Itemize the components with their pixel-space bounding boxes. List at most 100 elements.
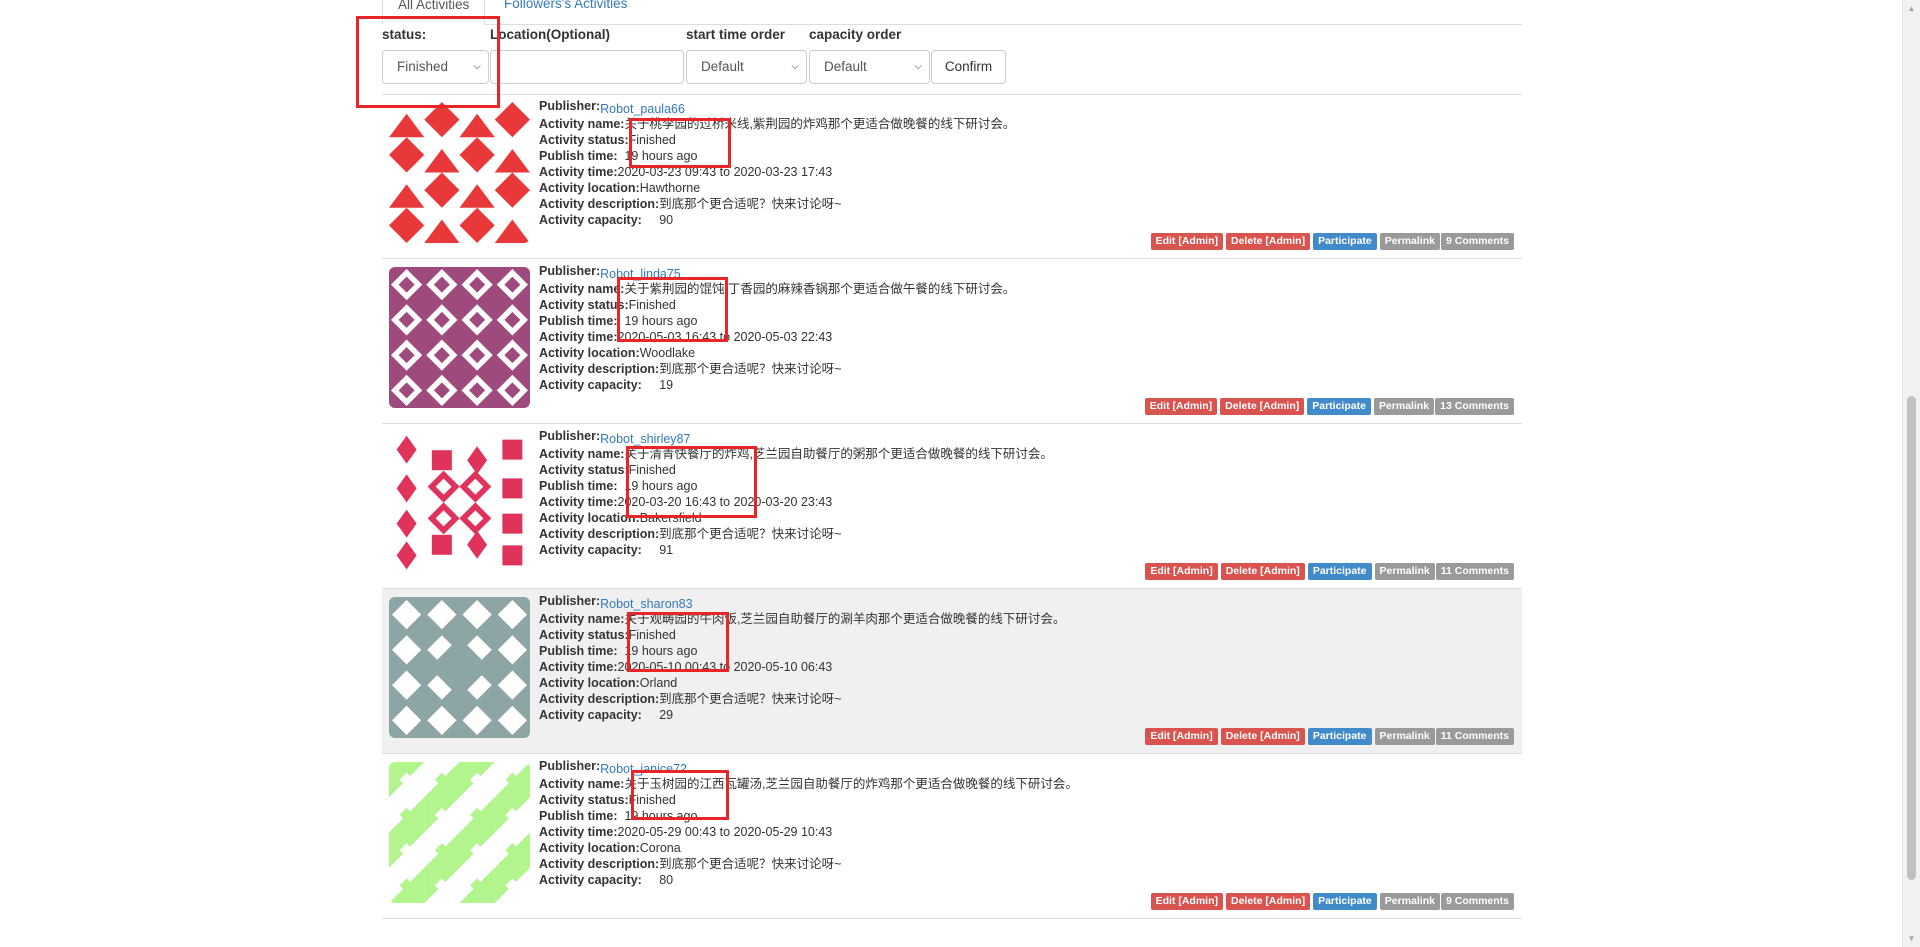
- scroll-down-arrow-icon[interactable]: ▼: [1903, 930, 1920, 947]
- comments-button[interactable]: 9 Comments: [1440, 893, 1514, 910]
- activity-name: 关于观畴园的牛肉饭,芝兰园自助餐厅的涮羊肉那个更适合做晚餐的线下研讨会。: [624, 612, 1066, 626]
- permalink-button[interactable]: Permalink: [1374, 728, 1435, 745]
- activity-name-label: Activity name:: [539, 612, 625, 626]
- activity-location-label: Activity location:: [539, 346, 640, 360]
- scrollbar-thumb[interactable]: [1907, 396, 1916, 880]
- publish-time: 19 hours ago: [624, 314, 698, 328]
- activity-actions: Edit [Admin] Delete [Admin] Participate …: [1148, 893, 1514, 910]
- publisher-link[interactable]: Robot_paula66: [600, 102, 685, 116]
- delete-admin-button[interactable]: Delete [Admin]: [1220, 728, 1305, 745]
- tab-followers-activities[interactable]: Followers's Activities: [489, 0, 642, 24]
- activity-tabs: All Activities Followers's Activities: [382, 0, 1522, 25]
- activity-time: 2020-03-20 16:43 to 2020-03-20 23:43: [617, 495, 833, 509]
- edit-admin-button[interactable]: Edit [Admin]: [1150, 233, 1223, 250]
- participate-button[interactable]: Participate: [1313, 893, 1377, 910]
- participate-button[interactable]: Participate: [1313, 233, 1377, 250]
- location-filter-label: Location(Optional): [490, 27, 610, 42]
- capacity-order-value: Default: [824, 59, 867, 74]
- activity-capacity: 29: [659, 708, 674, 722]
- permalink-button[interactable]: Permalink: [1379, 233, 1440, 250]
- comments-button[interactable]: 13 Comments: [1435, 398, 1514, 415]
- activity-time: 2020-05-03 16:43 to 2020-05-03 22:43: [617, 330, 833, 344]
- participate-button[interactable]: Participate: [1307, 398, 1371, 415]
- comments-button[interactable]: 9 Comments: [1440, 233, 1514, 250]
- start-time-order-value: Default: [701, 59, 744, 74]
- edit-admin-button[interactable]: Edit [Admin]: [1144, 398, 1218, 415]
- activity-location-label: Activity location:: [539, 676, 640, 690]
- identicon-image: [389, 597, 530, 738]
- activity-actions: Edit [Admin] Delete [Admin] Participate …: [1142, 563, 1514, 580]
- activity-location-label: Activity location:: [539, 841, 640, 855]
- activity-name-label: Activity name:: [539, 447, 625, 461]
- edit-admin-button[interactable]: Edit [Admin]: [1150, 893, 1223, 910]
- activity-status-label: Activity status:: [539, 298, 629, 312]
- publisher-link[interactable]: Robot_janice72: [600, 762, 687, 776]
- filter-bar: status: Location(Optional) start time or…: [382, 24, 1522, 95]
- permalink-button[interactable]: Permalink: [1374, 563, 1435, 580]
- publisher-label: Publisher:: [539, 264, 601, 278]
- publisher-label: Publisher:: [539, 429, 601, 443]
- participate-button[interactable]: Participate: [1307, 563, 1372, 580]
- identicon-image: [389, 102, 530, 243]
- activity-status-label: Activity status:: [539, 628, 629, 642]
- activity-description-label: Activity description:: [539, 857, 660, 871]
- edit-admin-button[interactable]: Edit [Admin]: [1145, 728, 1218, 745]
- identicon-image: [389, 432, 530, 573]
- edit-admin-button[interactable]: Edit [Admin]: [1145, 563, 1218, 580]
- status-filter-label: status:: [382, 27, 427, 42]
- delete-admin-button[interactable]: Delete [Admin]: [1220, 563, 1305, 580]
- publisher-link[interactable]: Robot_sharon83: [600, 597, 692, 611]
- capacity-order-select[interactable]: Default ⌵: [809, 50, 930, 84]
- publisher-label: Publisher:: [539, 594, 601, 608]
- activity-time-label: Activity time:: [539, 330, 618, 344]
- publish-time: 19 hours ago: [624, 149, 698, 163]
- scroll-up-arrow-icon[interactable]: ▲: [1903, 0, 1920, 17]
- participate-button[interactable]: Participate: [1307, 728, 1372, 745]
- activity-status-label: Activity status:: [539, 463, 629, 477]
- tab-all-activities[interactable]: All Activities: [382, 0, 486, 25]
- publisher-avatar[interactable]: [389, 432, 530, 573]
- activity-description: 到底那个更合适呢？快来讨论呀~: [659, 362, 842, 376]
- chevron-down-icon: ⌵: [914, 61, 922, 72]
- publish-time: 19 hours ago: [624, 479, 698, 493]
- activity-capacity: 91: [659, 543, 674, 557]
- publisher-avatar[interactable]: [389, 267, 530, 408]
- delete-admin-button[interactable]: Delete [Admin]: [1220, 398, 1305, 415]
- permalink-button[interactable]: Permalink: [1373, 398, 1435, 415]
- delete-admin-button[interactable]: Delete [Admin]: [1225, 233, 1311, 250]
- permalink-button[interactable]: Permalink: [1379, 893, 1440, 910]
- identicon-image: [389, 267, 530, 408]
- activity-time: 2020-05-29 00:43 to 2020-05-29 10:43: [617, 825, 833, 839]
- publisher-avatar[interactable]: [389, 102, 530, 243]
- activity-capacity: 90: [659, 213, 674, 227]
- publisher-link[interactable]: Robot_linda75: [600, 267, 681, 281]
- status-select-value: Finished: [397, 59, 449, 74]
- publisher-link[interactable]: Robot_shirley87: [600, 432, 690, 446]
- publish-time-label: Publish time:: [539, 644, 618, 658]
- publisher-avatar[interactable]: [389, 597, 530, 738]
- publish-time: 19 hours ago: [624, 809, 698, 823]
- activity-name: 关于玉树园的江西瓦罐汤,芝兰园自助餐厅的炸鸡那个更适合做晚餐的线下研讨会。: [624, 777, 1078, 791]
- status-select[interactable]: Finished ⌵: [382, 50, 489, 84]
- delete-admin-button[interactable]: Delete [Admin]: [1225, 893, 1311, 910]
- activity-location: Orland: [639, 676, 678, 690]
- activity-description: 到底那个更合适呢？快来讨论呀~: [659, 692, 842, 706]
- activity-status: Finished: [628, 793, 676, 807]
- activity-capacity-label: Activity capacity:: [539, 708, 642, 722]
- activity-location: Bakersfield: [639, 511, 702, 525]
- activity-actions: Edit [Admin] Delete [Admin] Participate …: [1148, 233, 1514, 250]
- publisher-avatar[interactable]: [389, 762, 530, 903]
- activity-name-label: Activity name:: [539, 282, 625, 296]
- publish-time-label: Publish time:: [539, 809, 618, 823]
- comments-button[interactable]: 11 Comments: [1435, 563, 1514, 580]
- confirm-button[interactable]: Confirm: [931, 50, 1006, 84]
- vertical-scrollbar[interactable]: ▲ ▼: [1902, 0, 1920, 947]
- activity-description: 到底那个更合适呢？快来讨论呀~: [659, 197, 842, 211]
- activity-status: Finished: [628, 133, 676, 147]
- location-input[interactable]: [490, 50, 684, 84]
- activity-status: Finished: [628, 628, 676, 642]
- activity-capacity-label: Activity capacity:: [539, 213, 642, 227]
- start-time-order-select[interactable]: Default ⌵: [686, 50, 807, 84]
- comments-button[interactable]: 11 Comments: [1435, 728, 1514, 745]
- activity-time-label: Activity time:: [539, 495, 618, 509]
